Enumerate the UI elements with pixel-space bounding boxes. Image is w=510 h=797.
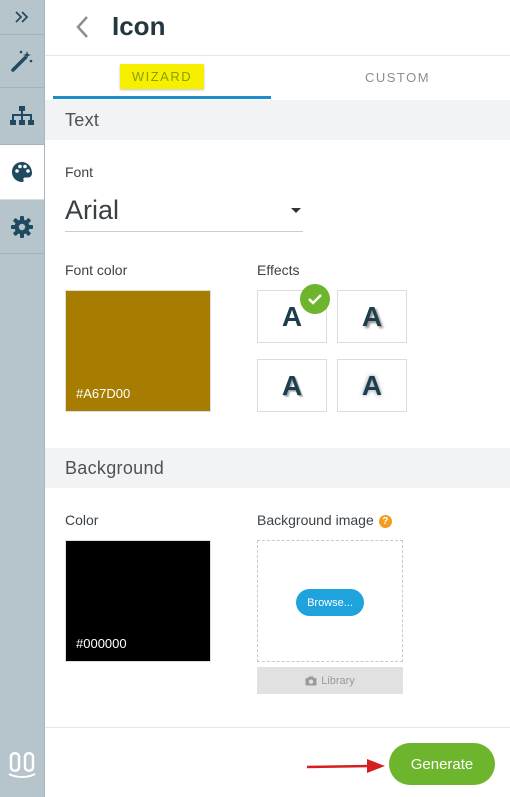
sidebar-item-structure[interactable] — [0, 88, 44, 145]
effects-label: Effects — [257, 262, 300, 278]
tab-custom[interactable]: CUSTOM — [285, 56, 510, 99]
sidebar-item-design[interactable] — [0, 145, 44, 200]
section-background-title: Background — [65, 457, 165, 478]
library-button[interactable]: Library — [257, 667, 403, 694]
gear-icon — [11, 215, 33, 238]
main-panel: Icon WIZARD CUSTOM Text Font Arial Font … — [45, 0, 510, 797]
effect-letter: A — [361, 300, 383, 332]
tab-wizard-label: WIZARD — [119, 63, 205, 89]
effect-option-glow[interactable]: A — [337, 359, 407, 412]
section-background-header: Background — [45, 448, 510, 488]
arrow-annotation — [306, 759, 385, 773]
font-color-hex: #A67D00 — [76, 386, 131, 401]
effect-letter: A — [281, 369, 303, 401]
checkmark-icon — [308, 294, 322, 305]
page-title: Icon — [112, 11, 166, 41]
footer-divider — [45, 727, 510, 728]
font-color-swatch[interactable]: #A67D00 — [65, 290, 211, 412]
generate-button[interactable]: Generate — [389, 743, 495, 785]
effect-letter: A — [281, 300, 303, 332]
effect-letter: A — [361, 369, 383, 401]
palette-icon — [12, 162, 32, 182]
effect-option-emboss[interactable]: A — [257, 359, 327, 412]
font-select[interactable]: Arial — [65, 193, 303, 232]
browse-button[interactable]: Browse... — [296, 589, 364, 616]
dropdown-caret-icon — [291, 208, 301, 213]
bg-color-label: Color — [65, 512, 99, 528]
sidebar — [0, 0, 45, 797]
bg-color-swatch[interactable]: #000000 — [65, 540, 211, 662]
sidebar-item-wizard[interactable] — [0, 35, 44, 88]
bg-image-dropzone[interactable]: Browse... — [257, 540, 403, 662]
sidebar-item-settings[interactable] — [0, 200, 44, 254]
section-text-title: Text — [65, 109, 100, 130]
library-label: Library — [321, 674, 355, 687]
font-select-value: Arial — [65, 195, 120, 225]
back-button[interactable] — [73, 14, 93, 40]
font-label: Font — [65, 164, 94, 180]
camera-icon — [305, 676, 317, 685]
tab-wizard[interactable]: WIZARD — [53, 56, 271, 99]
font-color-label: Font color — [65, 262, 128, 278]
logo-icon — [8, 752, 36, 778]
section-text-header: Text — [45, 100, 510, 140]
back-chevron-icon — [76, 16, 88, 38]
magic-wand-icon — [11, 50, 33, 72]
bg-image-label-text: Background image — [257, 512, 374, 528]
effect-option-shadow[interactable]: A — [337, 290, 407, 343]
app-logo — [6, 747, 38, 779]
help-icon[interactable]: ? — [378, 515, 392, 528]
tab-bar: WIZARD CUSTOM — [45, 56, 510, 99]
effect-selected-badge — [300, 284, 330, 314]
header: Icon — [45, 0, 510, 56]
bg-color-hex: #000000 — [76, 636, 127, 651]
sidebar-expand-button[interactable] — [0, 0, 44, 35]
expand-icon — [15, 11, 29, 23]
sitemap-icon — [10, 106, 34, 125]
bg-image-label: Background image? — [257, 512, 392, 528]
